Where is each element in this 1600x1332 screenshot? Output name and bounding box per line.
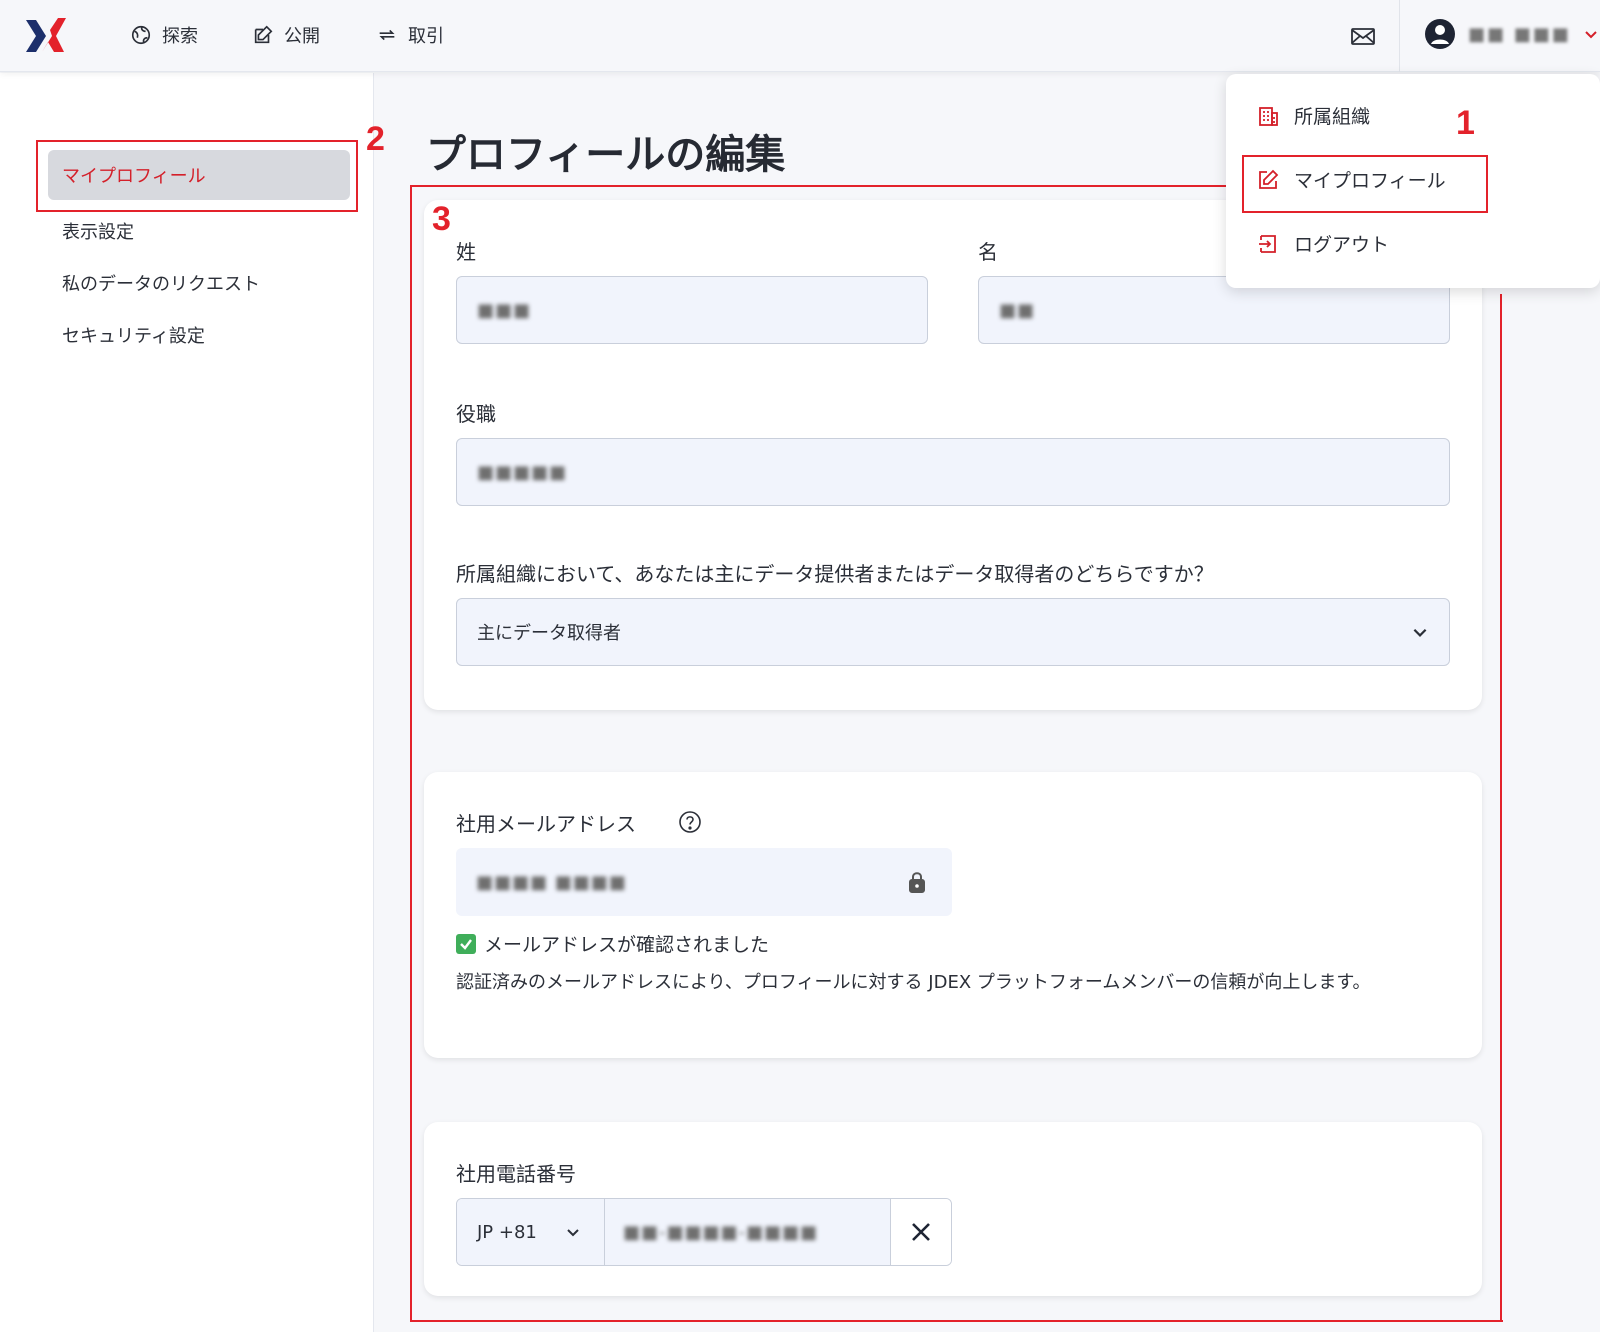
menu-item-logout[interactable]: ログアウト: [1256, 230, 1389, 257]
nav-publish[interactable]: 公開: [252, 22, 320, 48]
sidebar-item-display-settings[interactable]: 表示設定: [62, 218, 134, 244]
globe-icon: [131, 25, 151, 45]
top-navigation: 探索 公開 取引 ■■ ■■■: [0, 0, 1600, 72]
menu-item-logout-label: ログアウト: [1294, 234, 1390, 256]
nav-explore-label: 探索: [162, 26, 198, 47]
annotation-box-3-top: [410, 185, 1226, 187]
annotation-number-2: 2: [366, 120, 385, 158]
annotation-box-3-right: [1500, 294, 1502, 1322]
nav-divider: [1399, 0, 1400, 72]
mail-icon[interactable]: [1350, 24, 1376, 48]
user-avatar-icon: [1425, 19, 1455, 49]
nav-publish-label: 公開: [284, 26, 320, 47]
logout-icon: [1259, 234, 1276, 253]
jdex-logo[interactable]: [24, 16, 68, 56]
swap-icon: [379, 29, 395, 41]
chevron-down-icon: [1585, 31, 1597, 39]
edit-icon: [254, 25, 273, 44]
annotation-number-1: 1: [1456, 104, 1475, 142]
nav-explore[interactable]: 探索: [130, 22, 198, 48]
page-title: プロフィールの編集: [426, 132, 786, 178]
sidebar-item-data-requests[interactable]: 私のデータのリクエスト: [62, 270, 260, 296]
annotation-box-3: [410, 185, 1503, 1322]
annotation-box-1: [1242, 155, 1488, 213]
building-icon: [1259, 106, 1278, 126]
user-name: ■■ ■■■: [1468, 23, 1571, 45]
user-menu-toggle[interactable]: ■■ ■■■: [1424, 18, 1599, 50]
sidebar: [0, 73, 374, 1332]
menu-item-organization[interactable]: 所属組織: [1256, 102, 1370, 129]
sidebar-item-security[interactable]: セキュリティ設定: [62, 322, 205, 348]
menu-item-organization-label: 所属組織: [1294, 106, 1371, 128]
nav-deals-label: 取引: [408, 26, 444, 47]
annotation-box-2: [36, 140, 358, 212]
nav-deals[interactable]: 取引: [376, 22, 444, 48]
annotation-number-3: 3: [432, 200, 451, 238]
